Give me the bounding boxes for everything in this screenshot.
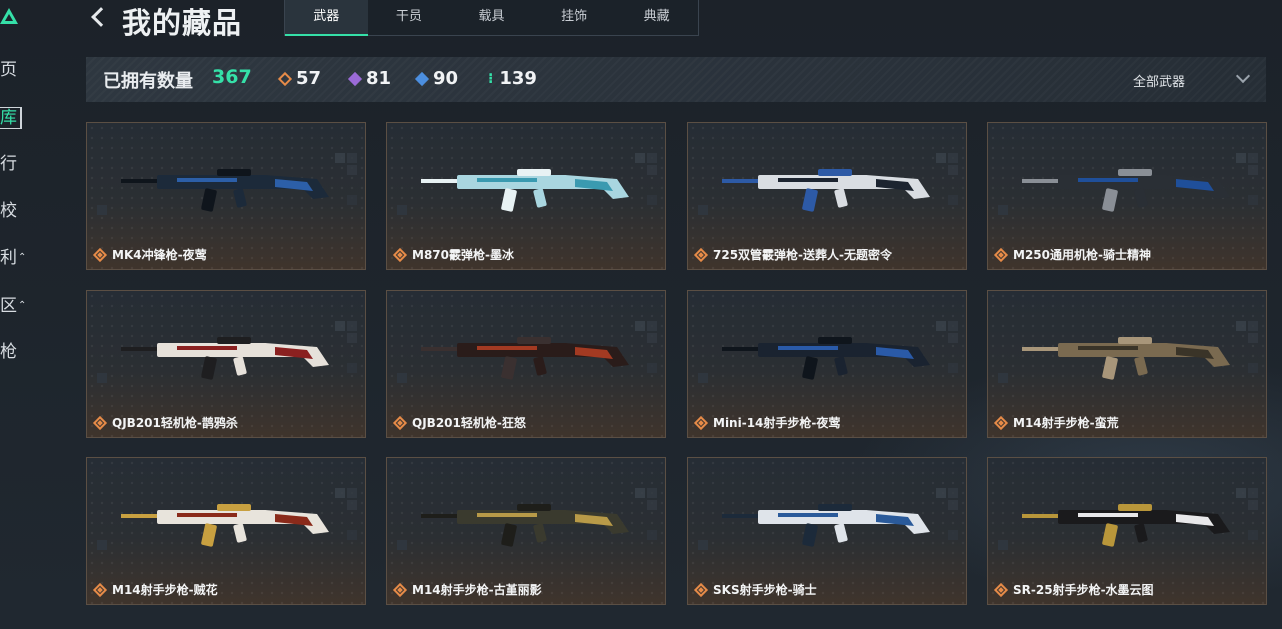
rarity-stat-purple: 81 [347,68,392,89]
rarity-diamond-icon [392,415,408,430]
item-name: Mini-14射手步枪-夜莺 [713,416,841,430]
grid-decoration [397,540,407,550]
grid-decoration [397,205,407,215]
grid-decoration [97,540,107,550]
rarity-count: 139 [499,68,537,89]
rarity-diamond-icon [693,247,709,262]
collection-item-card[interactable]: M14射手步枪-贼花 [86,457,366,605]
grid-decoration [698,373,708,383]
sidebar-item-4[interactable]: 利⌃ [0,248,26,268]
sidebar-item-1[interactable]: 库 [0,107,22,129]
collection-item-card[interactable]: M250通用机枪-骑士精神 [987,122,1267,270]
owned-count-value: 367 [212,66,252,88]
weapon-image [1022,337,1230,380]
grid-decoration [998,205,1008,215]
tab-vehicles[interactable]: 载具 [450,0,533,35]
item-name: QJB201轻机枪-狂怒 [412,416,526,430]
weapon-image [121,504,329,547]
rarity-diamond-icon [92,415,108,430]
sidebar-item-2[interactable]: 行 [0,154,17,174]
rarity-diamond-icon [392,582,408,597]
collection-item-card[interactable]: MK4冲锋枪-夜莺 [86,122,366,270]
rarity-diamond-icon [993,415,1009,430]
purple-diamond-icon [347,71,363,86]
collection-item-card[interactable]: M14射手步枪-古堇丽影 [386,457,666,605]
rarity-stat-green: ⁝ 139 [488,68,537,89]
rarity-diamond-icon [993,582,1009,597]
grid-decoration [397,373,407,383]
page-title: 我的藏品 [122,6,243,40]
collection-item-card[interactable]: SKS射手步枪-骑士 [687,457,967,605]
chevron-down-icon[interactable] [1235,68,1251,84]
tab-collection[interactable]: 典藏 [615,0,698,35]
rarity-diamond-icon [693,582,709,597]
weapon-image [1022,504,1230,547]
weapon-image [421,504,629,547]
blue-diamond-icon [414,71,430,86]
rarity-stat-orange: 57 [277,68,322,89]
collection-item-card[interactable]: M14射手步枪-蛮荒 [987,290,1267,438]
app-logo-icon [0,8,18,24]
sidebar-item-5[interactable]: 区⌃ [0,296,26,316]
tab-weapons[interactable]: 武器 [285,0,368,36]
weapon-image [421,337,629,380]
chevron-up-icon: ⌃ [18,252,27,263]
grid-decoration [698,205,708,215]
rarity-diamond-icon [993,247,1009,262]
grid-decoration [97,373,107,383]
item-name: 725双管霰弹枪-送葬人-无题密令 [713,248,893,262]
tab-charms[interactable]: 挂饰 [533,0,616,35]
item-name: M870霰弹枪-墨冰 [412,248,514,262]
weapon-image [1022,169,1230,212]
collection-item-card[interactable]: Mini-14射手步枪-夜莺 [687,290,967,438]
rarity-diamond-icon [92,582,108,597]
weapon-image [722,169,930,212]
rarity-count: 90 [433,68,459,89]
weapon-image [121,169,329,212]
item-name: M14射手步枪-贼花 [112,583,218,597]
weapon-filter-select[interactable]: 全部武器 [1133,71,1185,90]
sidebar-item-3[interactable]: 校 [0,201,17,221]
grid-decoration [97,205,107,215]
green-dots-icon: ⁝ [488,70,494,87]
collection-item-card[interactable]: QJB201轻机枪-鹊鸦杀 [86,290,366,438]
grid-decoration [998,540,1008,550]
weapon-image [421,169,629,212]
rarity-diamond-icon [92,247,108,262]
grid-decoration [698,540,708,550]
weapon-image [121,337,329,380]
category-tabs: 武器 干员 载具 挂饰 典藏 [284,0,699,36]
weapon-image [722,504,930,547]
rarity-stat-blue: 90 [414,68,459,89]
sidebar: 页 库 行 校 利⌃ 区⌃ 枪 [0,0,40,629]
rarity-diamond-icon [693,415,709,430]
grid-decoration [998,373,1008,383]
item-name: M250通用机枪-骑士精神 [1013,248,1151,262]
sidebar-item-0[interactable]: 页 [0,60,17,80]
collection-item-card[interactable]: 725双管霰弹枪-送葬人-无题密令 [687,122,967,270]
weapon-image [722,337,930,380]
orange-diamond-icon [277,71,293,86]
sidebar-item-6[interactable]: 枪 [0,342,17,362]
chevron-up-icon: ⌃ [18,300,27,311]
rarity-diamond-icon [392,247,408,262]
item-name: QJB201轻机枪-鹊鸦杀 [112,416,238,430]
collection-item-card[interactable]: QJB201轻机枪-狂怒 [386,290,666,438]
owned-count-label: 已拥有数量 [103,71,193,92]
tab-operators[interactable]: 干员 [368,0,451,35]
item-name: M14射手步枪-古堇丽影 [412,583,542,597]
rarity-count: 57 [296,68,322,89]
rarity-count: 81 [366,68,392,89]
back-arrow-icon[interactable] [88,6,110,28]
item-name: SKS射手步枪-骑士 [713,583,817,597]
item-name: MK4冲锋枪-夜莺 [112,248,207,262]
collection-item-card[interactable]: M870霰弹枪-墨冰 [386,122,666,270]
item-name: M14射手步枪-蛮荒 [1013,416,1119,430]
collection-item-card[interactable]: SR-25射手步枪-水墨云图 [987,457,1267,605]
collection-summary-bar: 已拥有数量 367 57 81 90 ⁝ 139 全部武器 [86,57,1266,102]
item-name: SR-25射手步枪-水墨云图 [1013,583,1154,597]
